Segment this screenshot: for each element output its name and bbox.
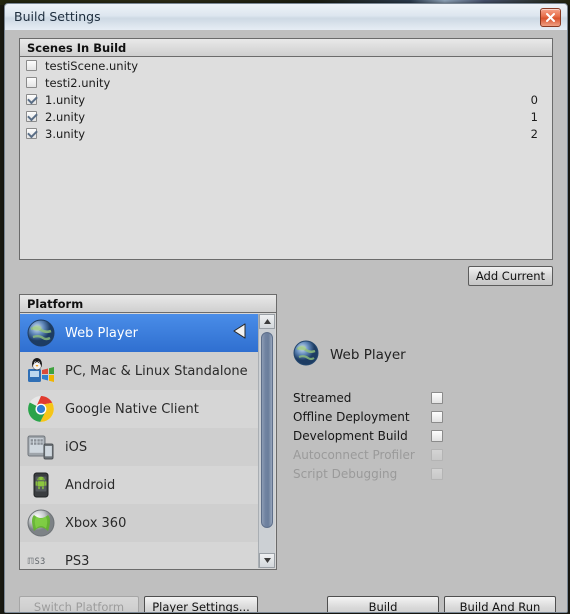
build-option-checkbox[interactable] [431,410,443,423]
build-option-row: Autoconnect Profiler [293,445,523,464]
platform-list: Web Player PC, Mac & Linux Standalone Goog… [20,314,259,569]
selected-platform-name: Web Player [330,347,406,363]
build-option-checkbox [431,467,443,480]
close-glyph [546,13,555,22]
chrome-icon [27,395,55,423]
platform-row-ps3[interactable]: ℿS3 PS3 [20,542,259,569]
svg-text:ℿS3: ℿS3 [27,557,46,567]
build-option-checkbox[interactable] [431,429,443,442]
ios-device-icon [27,433,55,461]
dialog-body: Scenes In Build testiScene.unity testi2.u… [5,30,567,612]
build-and-run-button[interactable]: Build And Run [444,596,556,612]
build-option-label: Autoconnect Profiler [293,447,415,462]
scene-name: 2.unity [45,109,86,124]
scene-checkbox[interactable] [26,60,37,71]
platform-row-web-player[interactable]: Web Player [20,314,259,352]
platform-row-android[interactable]: Android [20,466,259,504]
scenes-panel-header: Scenes In Build [20,39,552,57]
scenes-list: testiScene.unity testi2.unity 1.unity 0 2.un… [20,57,552,142]
scene-index: 2 [530,126,538,141]
build-option-label: Offline Deployment [293,409,410,424]
standalone-icon [27,357,55,385]
close-icon[interactable] [540,8,561,27]
platform-label: Android [65,477,116,493]
selected-platform-heading: Web Player [293,340,406,370]
build-option-row[interactable]: Streamed [293,388,523,407]
build-option-checkbox[interactable] [431,391,443,404]
globe-icon [293,340,319,370]
active-platform-unity-icon [227,321,247,345]
platform-label: Google Native Client [65,401,199,417]
platform-label: PS3 [65,553,90,569]
platform-row-xbox-360[interactable]: Xbox 360 [20,504,259,542]
platform-row-ios[interactable]: iOS [20,428,259,466]
scene-name: 3.unity [45,126,86,141]
platform-label: PC, Mac & Linux Standalone [65,363,248,379]
scene-index: 1 [530,109,538,124]
ps3-wordmark-glyph: ℿS3 [27,557,46,567]
platform-label: Xbox 360 [65,515,127,531]
build-option-row[interactable]: Development Build [293,426,523,445]
scene-name: testiScene.unity [45,58,139,73]
build-option-checkbox [431,448,443,461]
build-option-label: Streamed [293,390,352,405]
build-option-label: Development Build [293,428,408,443]
scene-index: 0 [530,92,538,107]
scroll-up-glyph [263,319,271,324]
unity-logo-icon [233,323,246,339]
player-settings-button[interactable]: Player Settings... [144,596,258,612]
platform-row-google-native-client[interactable]: Google Native Client [20,390,259,428]
scenes-in-build-panel: Scenes In Build testiScene.unity testi2.u… [19,38,553,260]
scene-row[interactable]: testi2.unity [20,74,552,91]
scene-row[interactable]: 3.unity 2 [20,125,552,142]
window-title: Build Settings [14,9,101,24]
xbox-icon [27,509,55,537]
platform-list-scrollbar[interactable] [258,314,275,568]
globe-icon [27,319,55,347]
window-titlebar: Build Settings [5,4,567,31]
ps3-icon: ℿS3 [27,547,55,569]
scene-checkbox[interactable] [26,128,37,139]
scrollbar-thumb[interactable] [261,332,273,528]
platform-row-pc-mac-linux-standalone[interactable]: PC, Mac & Linux Standalone [20,352,259,390]
scene-row[interactable]: 2.unity 1 [20,108,552,125]
android-icon [27,471,55,499]
platform-panel: Platform Web Player PC, Mac & Linux Stand… [19,294,277,570]
scroll-up-icon[interactable] [259,314,275,329]
platform-label: iOS [65,439,88,455]
scene-checkbox[interactable] [26,77,37,88]
platform-label: Web Player [65,325,138,341]
build-settings-window: Build Settings Scenes In Build testiScen… [4,3,568,613]
scene-name: testi2.unity [45,75,111,90]
switch-platform-button[interactable]: Switch Platform [19,596,139,612]
build-button[interactable]: Build [327,596,439,612]
scroll-down-glyph [263,558,271,563]
scene-checkbox[interactable] [26,111,37,122]
build-options-list: Streamed Offline Deployment Development Bu… [293,388,523,483]
scene-name: 1.unity [45,92,86,107]
platform-panel-header: Platform [20,295,276,313]
globe-glyph [293,340,319,366]
scene-row[interactable]: 1.unity 0 [20,91,552,108]
build-option-label: Script Debugging [293,466,398,481]
scroll-down-icon[interactable] [259,553,275,568]
scene-checkbox[interactable] [26,94,37,105]
build-option-row: Script Debugging [293,464,523,483]
scene-row[interactable]: testiScene.unity [20,57,552,74]
add-current-button[interactable]: Add Current [467,266,553,286]
build-option-row[interactable]: Offline Deployment [293,407,523,426]
